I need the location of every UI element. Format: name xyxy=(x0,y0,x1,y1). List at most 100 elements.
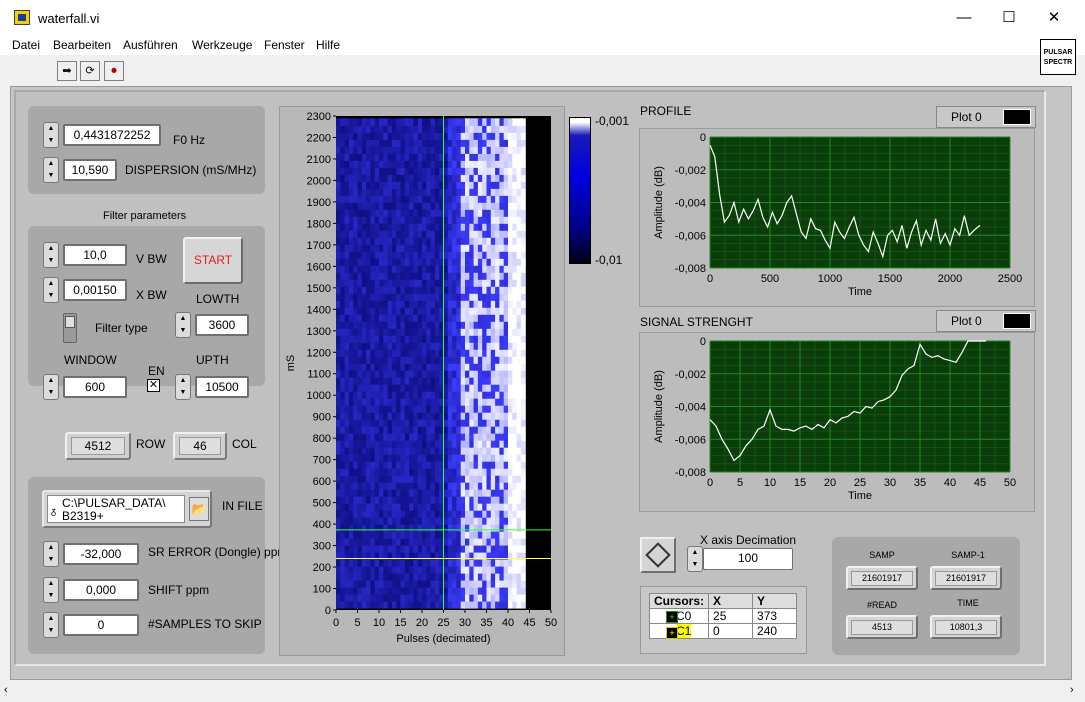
cursor-mover-icon[interactable] xyxy=(640,537,676,573)
waterfall-cell xyxy=(486,573,492,581)
skip-field[interactable]: 0 xyxy=(63,614,139,636)
en-checkbox[interactable]: ✕ xyxy=(147,379,160,392)
scroll-right-icon[interactable]: › xyxy=(1070,684,1074,696)
waterfall-cell xyxy=(516,244,522,252)
waterfall-cell xyxy=(404,489,410,497)
filter-type-switch[interactable] xyxy=(63,313,77,343)
infile-control[interactable]: ᵹ C:\PULSAR_DATA\ B2319+ 📂 xyxy=(42,490,212,528)
waterfall-cell xyxy=(426,279,432,287)
profile-chart[interactable]: 0 500 1000 1500 2000 2500 0 -0,002 -0,004 -0,006-… xyxy=(639,128,1035,307)
waterfall-cell xyxy=(340,307,346,315)
waterfall-cell xyxy=(409,265,414,273)
spin-arrows-icon[interactable]: ▲ ▼ xyxy=(175,312,191,338)
waterfall-cell xyxy=(516,538,522,546)
upth-field[interactable]: 10500 xyxy=(195,376,249,398)
waterfall-cell xyxy=(409,370,414,378)
waterfall-cell xyxy=(520,461,526,469)
scroll-left-icon[interactable]: ‹ xyxy=(4,684,8,696)
cursor-legend[interactable]: Cursors: X Y C0 25 373 C1 0 240 + + xyxy=(640,586,807,654)
waterfall-cell xyxy=(516,237,522,245)
waterfall-cell xyxy=(344,405,350,413)
close-button[interactable]: ✕ xyxy=(1031,4,1077,32)
waterfall-cell xyxy=(400,307,406,315)
waterfall-cell xyxy=(344,601,350,609)
spin-arrows-icon[interactable]: ▲ ▼ xyxy=(175,374,191,400)
run-continuously-button[interactable]: ⟳ xyxy=(80,61,100,81)
waterfall-cell xyxy=(396,468,402,476)
waterfall-cell xyxy=(516,139,522,147)
xbw-field[interactable]: 0,00150 xyxy=(63,279,127,301)
shift-field[interactable]: 0,000 xyxy=(63,579,139,601)
waterfall-cell xyxy=(482,356,488,364)
waterfall-cell xyxy=(495,132,500,140)
waterfall-cell xyxy=(503,181,509,189)
run-button[interactable]: ➡ xyxy=(57,61,77,81)
waterfall-graph[interactable]: 2300 2200 2100 2000 1900 1800 1700 1600 1500 1400… xyxy=(279,106,565,656)
menu-datei[interactable]: Datei xyxy=(12,38,40,52)
waterfall-cell xyxy=(482,405,488,413)
menu-hilfe[interactable]: Hilfe xyxy=(316,38,340,52)
spin-arrows-icon[interactable]: ▲ ▼ xyxy=(43,242,59,268)
minimize-button[interactable]: — xyxy=(941,4,987,32)
waterfall-cell xyxy=(520,482,526,490)
spin-arrows-icon[interactable]: ▲ ▼ xyxy=(43,577,59,603)
menu-werkzeuge[interactable]: Werkzeuge xyxy=(192,38,252,52)
waterfall-cell xyxy=(456,447,462,455)
spin-arrows-icon[interactable]: ▲ ▼ xyxy=(43,277,59,303)
window-field[interactable]: 600 xyxy=(63,376,127,398)
profile-svg[interactable]: 0 500 1000 1500 2000 25000-0,002-0,004-0,006-… xyxy=(640,129,1036,308)
vbw-field[interactable]: 10,0 xyxy=(63,244,127,266)
waterfall-cell xyxy=(452,167,457,175)
waterfall-cell xyxy=(404,181,410,189)
dispersion-field[interactable]: 10,590 xyxy=(63,159,117,181)
lowth-field[interactable]: 3600 xyxy=(195,314,249,336)
waterfall-cell xyxy=(499,279,505,287)
waterfall-cell xyxy=(404,419,410,427)
waterfall-cell xyxy=(404,391,410,399)
samp1-indicator: 21601917 xyxy=(930,566,1002,590)
waterfall-cell xyxy=(391,174,397,182)
spin-arrows-icon[interactable]: ▲ ▼ xyxy=(43,612,59,638)
waterfall-cell xyxy=(520,391,526,399)
waterfall-cell xyxy=(422,181,427,189)
waterfall-cell xyxy=(370,447,376,455)
signal-chart[interactable]: 0 5 10 15 20 25 30 35 40 45 50 0 -0,002 -0,004 -0,006-… xyxy=(639,332,1035,512)
maximize-button[interactable]: ☐ xyxy=(986,4,1032,32)
start-button[interactable]: START xyxy=(183,237,243,284)
menu-ausfuehren[interactable]: Ausführen xyxy=(123,38,178,52)
abort-button[interactable]: ⏺ xyxy=(104,61,124,81)
profile-legend[interactable]: Plot 0 xyxy=(936,106,1036,128)
waterfall-cell xyxy=(520,167,526,175)
waterfall-cell xyxy=(353,251,359,259)
folder-browse-icon[interactable]: 📂 xyxy=(189,497,209,521)
horizontal-scrollbar[interactable]: ‹ › xyxy=(0,682,1085,702)
waterfall-cell xyxy=(404,265,410,273)
waterfall-cell xyxy=(486,307,492,315)
decimation-field[interactable]: 100 xyxy=(703,548,793,570)
waterfall-cell xyxy=(340,580,346,588)
menu-bearbeiten[interactable]: Bearbeiten xyxy=(53,38,111,52)
signal-svg[interactable]: 0 5 10 15 20 25 30 35 40 45 500-0,002-0,004-0,006-… xyxy=(640,333,1036,513)
f0-field[interactable]: 0,4431872252 xyxy=(63,124,161,146)
waterfall-cell xyxy=(348,405,354,413)
signal-legend[interactable]: Plot 0 xyxy=(936,310,1036,332)
waterfall-cell xyxy=(413,300,419,308)
menu-fenster[interactable]: Fenster xyxy=(264,38,305,52)
waterfall-svg[interactable]: 2300220021002000190018001700160015001400… xyxy=(280,107,566,657)
waterfall-cell xyxy=(490,223,496,231)
spin-arrows-icon[interactable]: ▲ ▼ xyxy=(43,122,59,148)
waterfall-cell xyxy=(486,356,492,364)
waterfall-cell xyxy=(361,587,367,595)
waterfall-cell xyxy=(361,195,367,203)
sr-error-field[interactable]: -32,000 xyxy=(63,543,139,565)
waterfall-cell xyxy=(391,272,397,280)
waterfall-cell xyxy=(430,489,436,497)
waterfall-cell xyxy=(452,216,457,224)
spin-arrows-icon[interactable]: ▲ ▼ xyxy=(43,541,59,567)
spin-arrows-icon[interactable]: ▲ ▼ xyxy=(43,157,59,183)
waterfall-cell xyxy=(486,146,492,154)
infile-field[interactable]: ᵹ C:\PULSAR_DATA\ B2319+ xyxy=(47,495,185,523)
spin-arrows-icon[interactable]: ▲ ▼ xyxy=(43,374,59,400)
spin-arrows-icon[interactable]: ▲ ▼ xyxy=(687,546,703,572)
waterfall-cell xyxy=(383,566,389,574)
